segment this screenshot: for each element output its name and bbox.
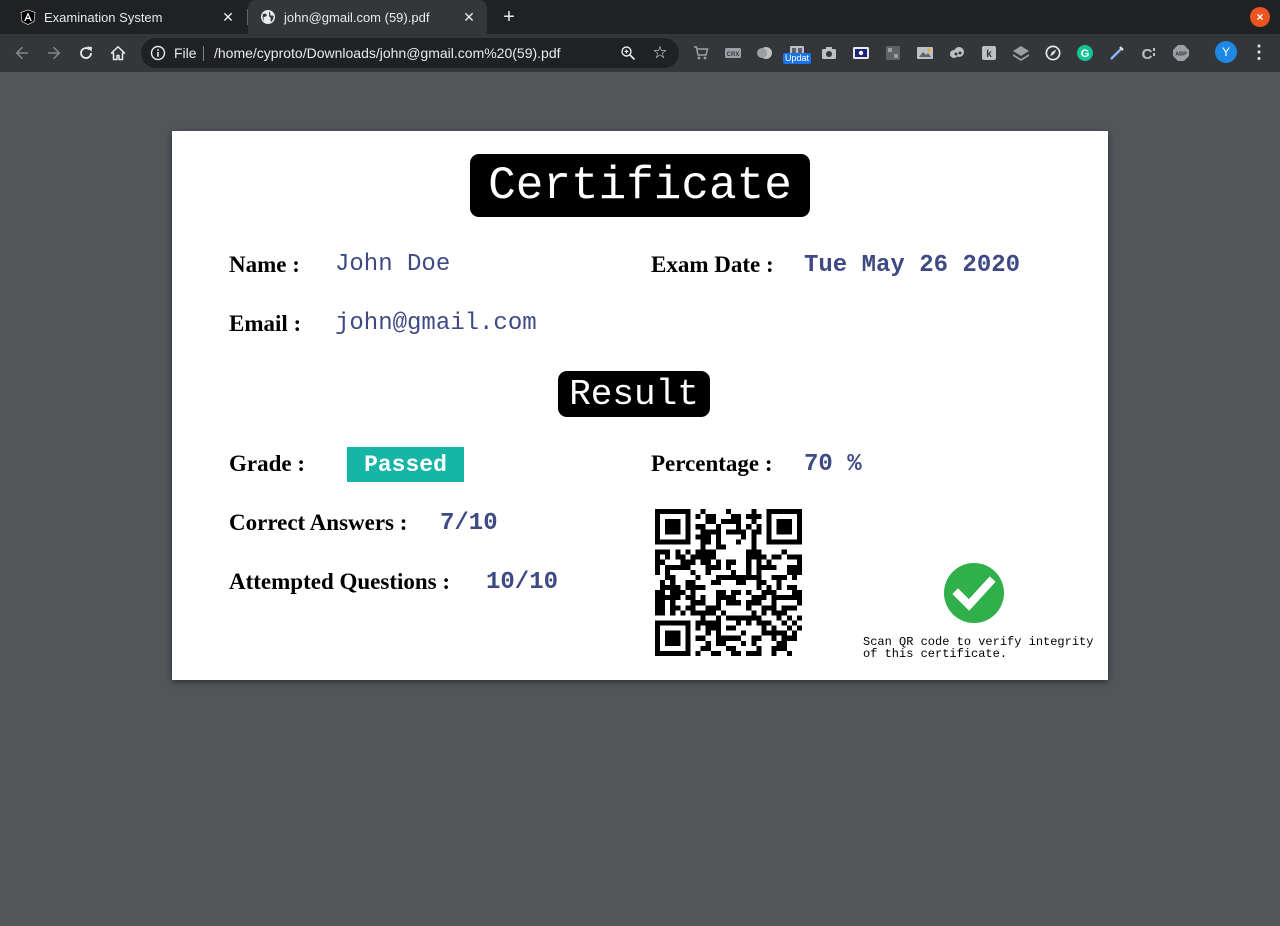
url-text[interactable]: /home/cyproto/Downloads/john@gmail.com%2…	[214, 45, 561, 61]
exam-date-value: Tue May 26 2020	[804, 252, 1021, 279]
cart-extension-icon[interactable]	[692, 44, 710, 62]
zoom-icon[interactable]	[620, 45, 636, 61]
cookie-extension-icon[interactable]	[756, 44, 774, 62]
cloud-extension-icon[interactable]	[948, 44, 966, 62]
adblock-extension-icon[interactable]: ABP	[1172, 44, 1190, 62]
tab-pdf[interactable]: john@gmail.com (59).pdf ✕	[248, 0, 487, 34]
tab-close-icon[interactable]: ✕	[220, 9, 236, 25]
info-icon[interactable]	[150, 45, 166, 61]
correct-answers-label: Correct Answers :	[229, 510, 408, 535]
crx-extension-icon[interactable]: CRX	[724, 44, 742, 62]
angular-icon	[20, 9, 36, 25]
tab-title: Examination System	[44, 9, 163, 25]
forward-arrow-icon	[48, 46, 61, 60]
attempted-questions-label: Attempted Questions :	[229, 569, 451, 594]
percentage-label: Percentage :	[651, 451, 773, 476]
home-icon	[110, 46, 126, 61]
certificate-title: Certificate	[470, 154, 810, 217]
browser-menu-button[interactable]: ⋮	[1250, 42, 1268, 62]
svg-text:G: G	[1081, 48, 1090, 60]
bookmark-star-icon[interactable]: ☆	[650, 43, 670, 63]
layers-extension-icon[interactable]	[1012, 44, 1030, 62]
email-label: Email :	[229, 311, 302, 336]
tab-close-icon[interactable]: ✕	[461, 9, 477, 25]
reload-button[interactable]	[74, 41, 98, 65]
compass-extension-icon[interactable]	[1044, 44, 1062, 62]
address-bar[interactable]: File /home/cyproto/Downloads/john@gmail.…	[141, 38, 679, 68]
grade-label: Grade :	[229, 451, 306, 476]
grade-passed-badge: Passed	[347, 447, 464, 482]
pen-extension-icon[interactable]	[1108, 44, 1126, 62]
translate-extension-icon[interactable]: k	[980, 44, 998, 62]
name-label: Name :	[229, 252, 300, 277]
browser-toolbar: File /home/cyproto/Downloads/john@gmail.…	[0, 34, 1280, 72]
correct-answers-value: 7/10	[440, 510, 498, 537]
verify-note: Scan QR code to verify integrity of this…	[863, 636, 1098, 660]
attempted-questions-value: 10/10	[486, 569, 559, 596]
svg-text:ABP: ABP	[1175, 52, 1187, 58]
exam-date-label: Exam Date :	[651, 252, 774, 277]
percentage-value: 70 %	[804, 451, 862, 478]
back-arrow-icon	[15, 46, 28, 60]
check-circle-icon	[944, 563, 1004, 623]
pdf-page: Certificate Name : John Doe Exam Date : …	[172, 131, 1108, 680]
result-title: Result	[558, 371, 710, 417]
globe-icon	[260, 9, 276, 25]
screen-recorder-extension-icon[interactable]	[852, 44, 870, 62]
camera-extension-icon[interactable]	[820, 44, 838, 62]
grammarly-extension-icon[interactable]: G	[1076, 44, 1094, 62]
svg-text:CRX: CRX	[727, 52, 740, 58]
svg-text:C: C	[1142, 46, 1153, 62]
qr-code-icon	[655, 509, 802, 656]
tab-title: john@gmail.com (59).pdf	[284, 9, 430, 25]
grid-extension-icon[interactable]	[884, 44, 902, 62]
back-button[interactable]	[10, 41, 34, 65]
verify-note-line: of this certificate.	[863, 647, 1008, 661]
new-tab-button[interactable]: +	[497, 6, 521, 30]
window-close-button[interactable]: ×	[1250, 7, 1270, 27]
svg-text:k: k	[986, 49, 992, 60]
reload-icon	[80, 46, 92, 59]
c-extension-icon[interactable]: C	[1140, 44, 1158, 62]
name-value: John Doe	[335, 251, 451, 278]
tab-strip: Examination System ✕ john@gmail.com (59)…	[0, 0, 1280, 34]
profile-avatar[interactable]: Y	[1215, 41, 1237, 63]
tab-examination-system[interactable]: Examination System ✕	[8, 0, 246, 34]
forward-button[interactable]	[42, 41, 66, 65]
address-divider	[203, 46, 204, 61]
image-extension-icon[interactable]	[916, 44, 934, 62]
home-button[interactable]	[106, 41, 130, 65]
scheme-label: File	[174, 45, 197, 61]
email-value: john@gmail.com	[335, 310, 537, 337]
extension-update-badge: Updat	[783, 53, 812, 64]
